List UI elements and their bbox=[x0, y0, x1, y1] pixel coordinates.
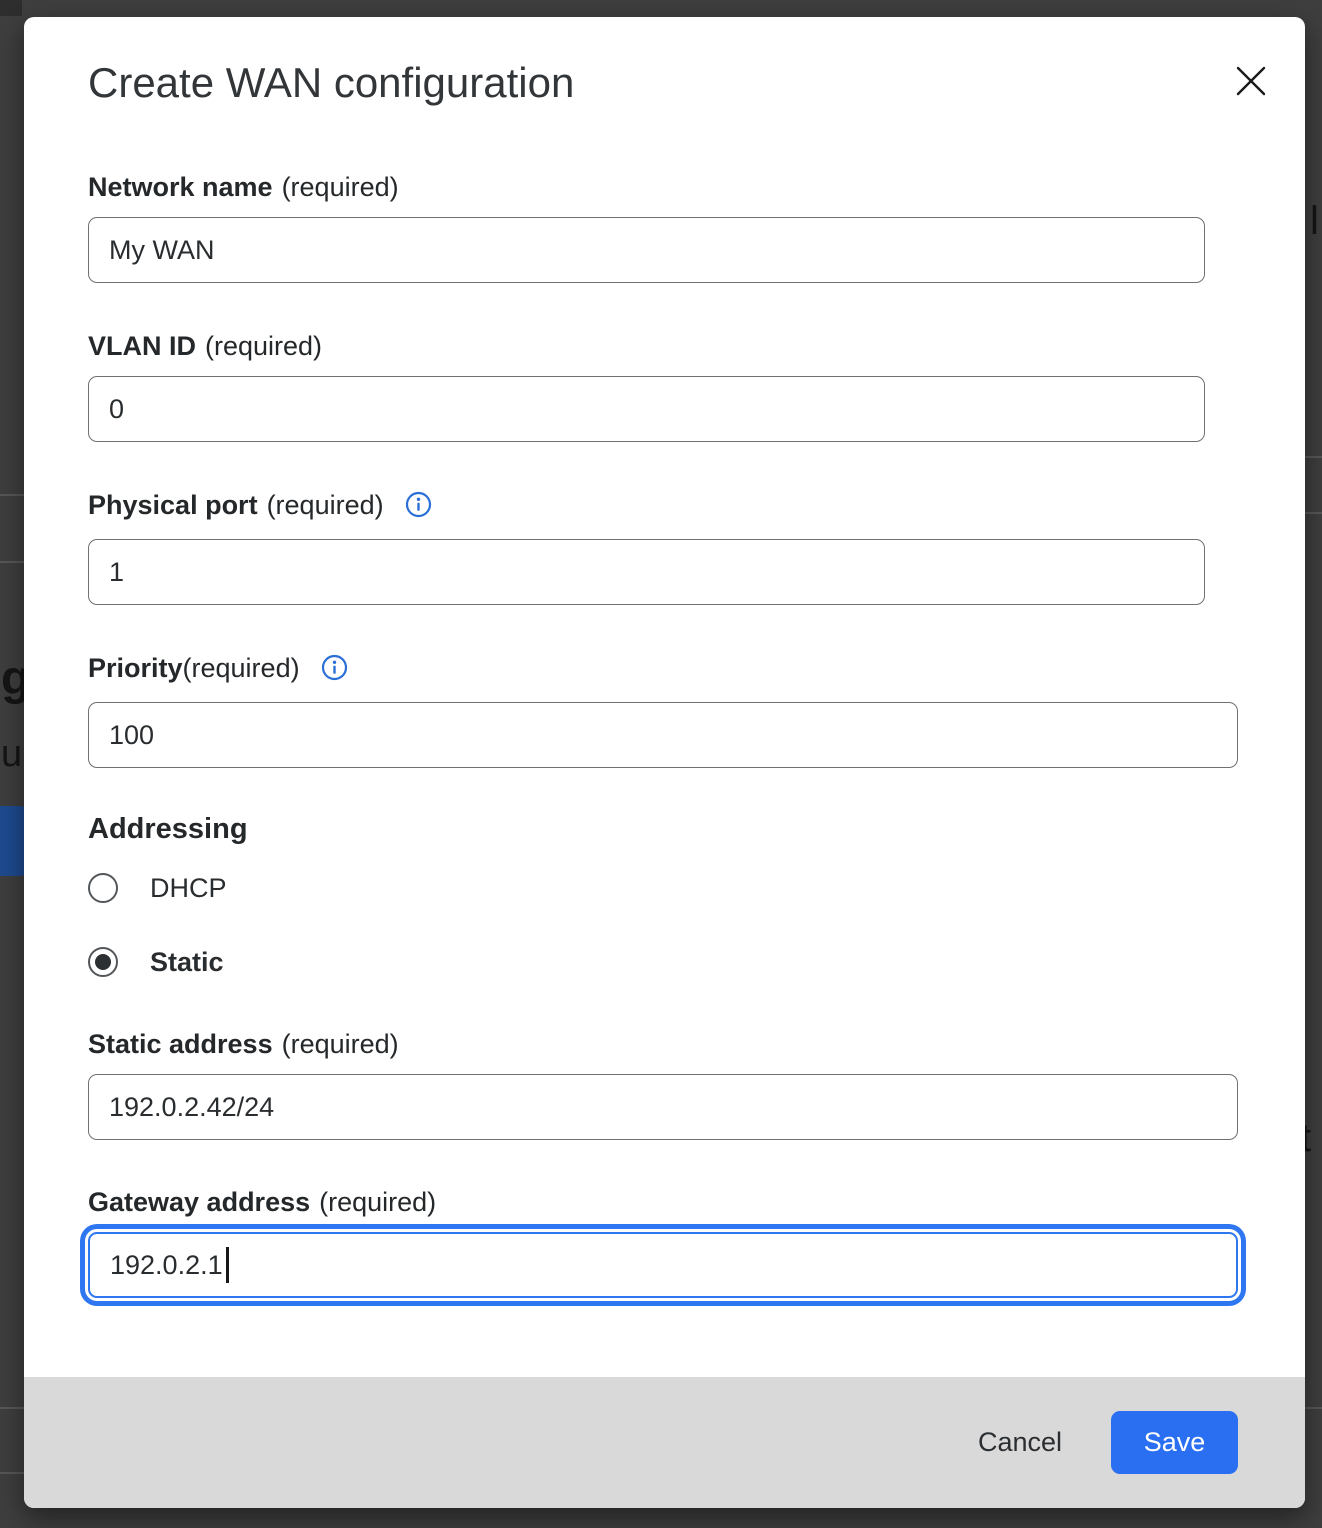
required-hint: (required) bbox=[205, 331, 322, 361]
background-table-line bbox=[1305, 512, 1322, 514]
required-hint: (required) bbox=[267, 490, 384, 520]
dialog-footer: Cancel Save bbox=[24, 1377, 1305, 1508]
radio-option-label: DHCP bbox=[150, 873, 227, 904]
vlan-id-input[interactable] bbox=[88, 376, 1205, 442]
required-hint: (required) bbox=[183, 653, 300, 683]
required-hint: (required) bbox=[319, 1187, 436, 1217]
network-name-input[interactable] bbox=[88, 217, 1205, 283]
priority-label: Priority(required) bbox=[88, 651, 1238, 689]
background-text-fragment: u bbox=[1, 735, 22, 773]
background-table-line bbox=[1305, 1407, 1322, 1409]
info-circle-icon[interactable] bbox=[321, 654, 348, 689]
radio-checked-icon bbox=[88, 947, 118, 977]
background-text-fragment: l bbox=[1310, 201, 1319, 241]
priority-input[interactable] bbox=[88, 702, 1238, 768]
background-table-line bbox=[0, 561, 24, 563]
required-hint: (required) bbox=[282, 1029, 399, 1059]
network-name-label: Network name(required) bbox=[88, 170, 1238, 204]
required-hint: (required) bbox=[282, 172, 399, 202]
physical-port-label: Physical port(required) bbox=[88, 488, 1238, 526]
cancel-button[interactable]: Cancel bbox=[978, 1427, 1062, 1458]
radio-option-label: Static bbox=[150, 947, 224, 978]
background-table-line bbox=[0, 1472, 24, 1474]
background-table-line bbox=[1305, 456, 1322, 458]
dialog-title: Create WAN configuration bbox=[88, 59, 1238, 107]
radio-option-dhcp[interactable]: DHCP bbox=[88, 870, 1238, 906]
addressing-heading: Addressing bbox=[88, 812, 1238, 846]
background-dark-corner bbox=[0, 0, 22, 16]
vlan-id-label: VLAN ID(required) bbox=[88, 329, 1238, 363]
static-address-input[interactable] bbox=[88, 1074, 1238, 1140]
gateway-address-label: Gateway address(required) bbox=[88, 1185, 1238, 1219]
physical-port-input[interactable] bbox=[88, 539, 1205, 605]
save-button[interactable]: Save bbox=[1111, 1411, 1238, 1474]
background-table-line bbox=[0, 494, 24, 496]
info-circle-icon[interactable] bbox=[405, 491, 432, 526]
static-address-label: Static address(required) bbox=[88, 1027, 1238, 1061]
x-icon bbox=[1233, 63, 1269, 99]
radio-unchecked-icon bbox=[88, 873, 118, 903]
gateway-address-input[interactable] bbox=[88, 1232, 1238, 1298]
close-button[interactable] bbox=[1233, 63, 1269, 99]
text-cursor bbox=[226, 1247, 229, 1283]
background-table-line bbox=[0, 1407, 24, 1409]
radio-option-static[interactable]: Static bbox=[88, 944, 1238, 980]
create-wan-configuration-dialog: Create WAN configuration Network name(re… bbox=[24, 17, 1305, 1508]
